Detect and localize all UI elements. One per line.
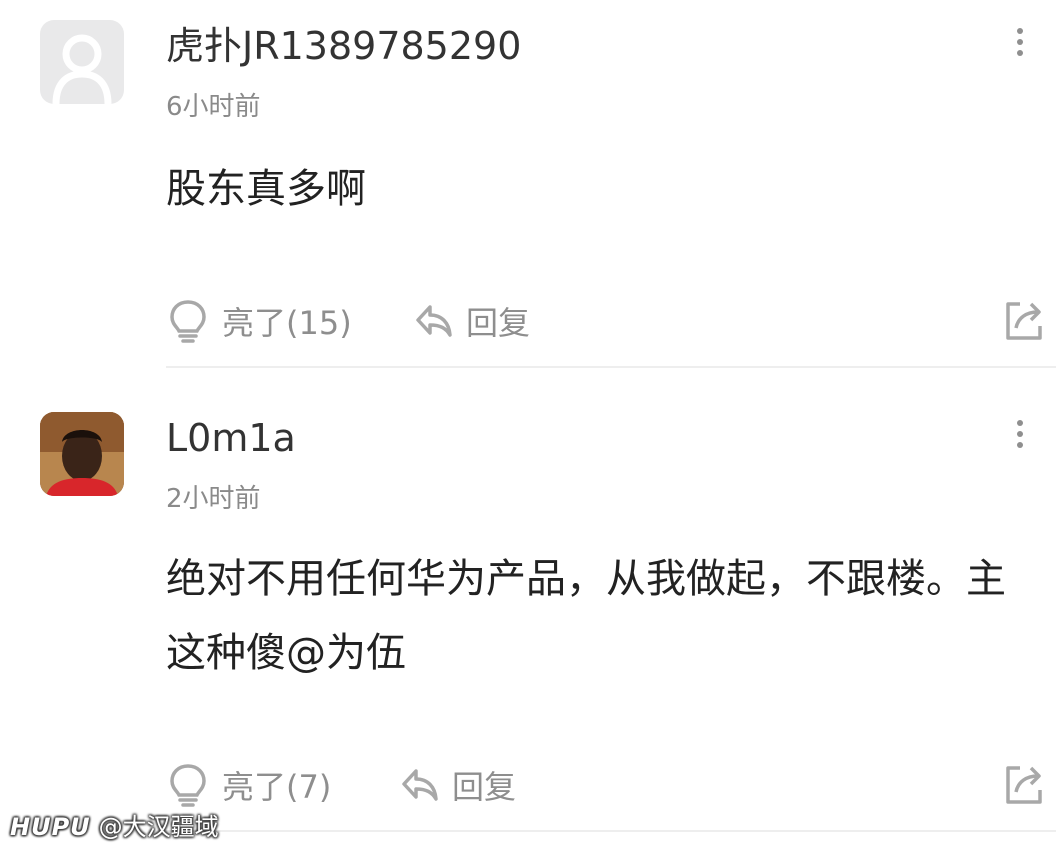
watermark-handle: @大汉疆域 [98, 813, 219, 841]
reply-label: 回复 [466, 304, 531, 342]
avatar[interactable] [40, 412, 124, 496]
like-count-label: 亮了(15) [222, 304, 352, 342]
more-options-icon[interactable] [1010, 420, 1030, 454]
watermark: HUPU @大汉疆域 [10, 812, 219, 842]
reply-icon [416, 305, 452, 337]
reply-icon [402, 769, 438, 801]
like-button[interactable]: 亮了(15) [166, 296, 352, 346]
share-button[interactable] [1002, 760, 1046, 810]
default-user-icon [52, 34, 112, 104]
username[interactable]: 虎扑JR1389785290 [166, 22, 521, 70]
share-icon [1006, 302, 1042, 340]
like-button[interactable]: 亮了(7) [166, 760, 331, 810]
username[interactable]: L0m1a [166, 414, 296, 462]
share-button[interactable] [1002, 296, 1046, 346]
share-icon [1006, 766, 1042, 804]
more-options-icon[interactable] [1010, 28, 1030, 62]
comment-actions: 亮了(15) 回复 [166, 296, 1046, 346]
comment-text: 绝对不用任何华为产品，从我做起，不跟楼。主这种傻@为伍 [166, 556, 1006, 676]
lightbulb-icon [170, 764, 206, 807]
comment-time: 6小时前 [166, 92, 261, 122]
comment-text: 股东真多啊 [166, 166, 366, 212]
watermark-brand: HUPU [10, 813, 91, 841]
user-photo [40, 412, 124, 496]
like-count-label: 亮了(7) [222, 768, 332, 806]
comment-actions: 亮了(7) 回复 [166, 760, 1046, 810]
reply-label: 回复 [452, 768, 517, 806]
reply-button[interactable]: 回复 [400, 760, 516, 810]
comment-list: 虎扑JR1389785290 6小时前 股东真多啊 亮了(15) 回复 L0m1… [0, 0, 1056, 850]
lightbulb-icon [170, 300, 206, 343]
divider [166, 366, 1056, 368]
avatar[interactable] [40, 20, 124, 104]
comment-time: 2小时前 [166, 484, 261, 514]
divider [166, 830, 1056, 832]
reply-button[interactable]: 回复 [414, 296, 530, 346]
